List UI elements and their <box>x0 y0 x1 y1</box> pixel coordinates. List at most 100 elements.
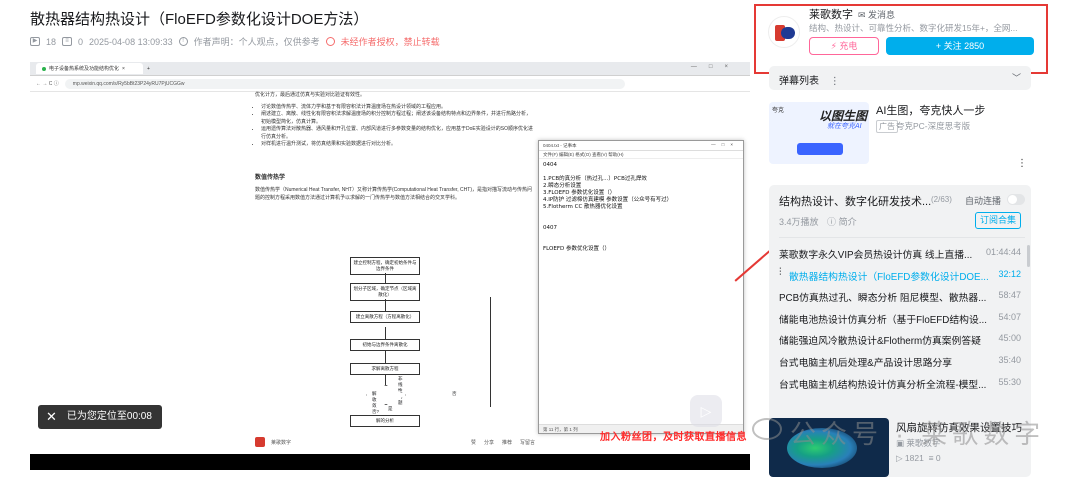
browser-tab: 电子设备热系统及功能结构优化 × <box>36 63 143 74</box>
browser-tabbar: 电子设备热系统及功能结构优化 × + <box>30 62 750 76</box>
close-tab-icon: × <box>122 65 125 72</box>
playlist-item[interactable]: PCB仿真热过孔、瞬态分析 阻尼模型、散热器... 58:47 <box>779 288 1029 310</box>
notepad-menu: 文件(F) 编辑(E) 格式(O) 查看(V) 帮助(H) <box>539 151 743 159</box>
send-message-link[interactable]: ✉ 发消息 <box>858 8 895 21</box>
flow-label-no: 否 <box>452 391 457 396</box>
danmaku-count-icon: ≡ <box>928 453 936 463</box>
author-statement: 作者声明：个人观点，仅供参考 <box>193 37 320 47</box>
playlist-title[interactable]: 结构热设计、数字化研发技术... <box>779 193 931 209</box>
danmaku-count-icon: ≡ <box>62 37 73 46</box>
flow-arrow <box>385 327 386 339</box>
watermark-text: 公众号 · 莱歌数字 <box>790 419 1046 449</box>
info-icon: ⓘ <box>827 217 837 227</box>
player-bottom-bar[interactable] <box>30 454 750 470</box>
article-paragraph: 数值传热学（Numerical Heat Transfer, NHT）又称计算传… <box>255 187 532 201</box>
flow-step: 初始与边界条件离散化 <box>350 339 420 351</box>
playlist-item-duration: 55:30 <box>998 376 1021 387</box>
author-description: 结构、热设计、可靠性分析、数字化研发15年+，全网... <box>809 23 1018 33</box>
ad-thumb-button <box>797 143 843 155</box>
ad-badge: 广告 <box>876 120 898 133</box>
resume-toast[interactable]: ✕ 已为您定位至00:08 <box>38 405 162 429</box>
playlist-item-duration: 01:44:44 <box>985 247 1021 257</box>
charge-button[interactable]: ⚡ 充电 <box>809 37 879 55</box>
playlist-item-duration: 35:40 <box>998 354 1021 365</box>
follow-button[interactable]: + 关注 2850 <box>886 37 1034 55</box>
playlist-item[interactable]: 台式电脑主机结构热设计仿真分析全流程-模型... 55:30 <box>779 375 1029 397</box>
playlist-item-title: 莱歌数字永久VIP会员热设计仿真 线上直播... <box>779 250 973 261</box>
notepad-titlebar: 0404.txt - 记事本 —□× <box>539 141 743 151</box>
notepad-text: 0404 1.PCB的真分析（热过孔...）PCB过孔焊效 2.瞬态分析设置 3… <box>543 162 673 252</box>
playlist-item-title: PCB仿真热过孔、瞬态分析 阻尼模型、散热器... <box>779 293 987 305</box>
flow-arrow <box>385 299 386 311</box>
more-icon[interactable]: ⋮ <box>830 76 840 87</box>
logo-g-shape <box>781 27 795 39</box>
more-icon[interactable]: ⋮ <box>1017 158 1027 169</box>
notepad-window: 0404.txt - 记事本 —□× 文件(F) 编辑(E) 格式(O) 查看(… <box>538 140 744 434</box>
recommend-action: 推荐 <box>501 439 512 446</box>
divider <box>779 237 1025 238</box>
flow-decision-label: 解收敛否? <box>372 391 380 414</box>
flow-label-nonlinear: 非线性问题 <box>398 376 403 405</box>
playlist-meta: 3.4万播放 ⓘ 简介 <box>779 215 857 228</box>
avatar[interactable] <box>768 16 800 48</box>
author-card: 莱歌数字 ✉ 发消息 结构、热设计、可靠性分析、数字化研发15年+，全网... … <box>754 4 1048 74</box>
article-bullet: 运用遗传算法对散热器、通风量和开孔位置、内部风道进行多参数变量的结构优化，应用基… <box>261 126 535 141</box>
chevron-down-icon[interactable]: ﹀ <box>1012 71 1021 84</box>
video-meta: ▶ 18 ≡ 0 2025-04-08 13:09:33 ! 作者声明：个人观点… <box>30 35 440 48</box>
ad-thumbnail[interactable]: 夸克 以图生图 就在夸克AI <box>769 102 869 164</box>
nav-icons: ← → C ⓘ <box>36 81 59 87</box>
ad-card[interactable]: 夸克 以图生图 就在夸克AI AI生图，夸克快人一步 广告 夸克PC-深度思考版… <box>769 100 1031 174</box>
playlist-item-duration: 32:12 <box>998 268 1021 279</box>
playlist-item[interactable]: ⫶ 散热器结构热设计（FloEFD参数化设计DOE... 32:12 <box>779 267 1029 289</box>
article-section-title: 数值传热学 <box>255 174 286 181</box>
author-name[interactable]: 莱歌数字 <box>809 6 853 22</box>
flow-feedback-line <box>490 297 491 407</box>
recommended-plays: 1821 <box>904 453 924 463</box>
play-icon[interactable]: ▷ <box>690 395 722 427</box>
recommended-stats: ▷ 1821 ≡ 0 <box>896 453 941 464</box>
send-message-label: 发消息 <box>868 10 896 20</box>
promo-text: 加入粉丝团，及时获取直播信息 <box>600 432 747 443</box>
flow-arrow <box>385 375 386 385</box>
playlist-item[interactable]: 台式电脑主机后处理&产品设计思路分享 35:40 <box>779 353 1029 375</box>
autoplay-toggle[interactable] <box>1007 194 1025 205</box>
playlist-item-title: 台式电脑主机结构热设计仿真分析全流程-模型... <box>779 379 987 391</box>
playlist-count: (2/63) <box>931 195 952 204</box>
browser-addressbar: ← → C ⓘ mp.weixin.qq.com/s/Ry5bBt23P24yR… <box>30 76 750 92</box>
article-footer: 莱歌数字 赞 分享 推荐 写留言 <box>255 434 535 450</box>
ad-thumb-sub: 就在夸克AI <box>827 123 862 130</box>
notepad-controls: —□× <box>711 142 739 147</box>
now-playing-icon: ⫶ <box>779 266 782 278</box>
recommended-danmaku: 0 <box>935 453 941 463</box>
danmaku-list-label: 弹幕列表 <box>779 76 819 87</box>
wechat-watermark-icon <box>752 418 782 440</box>
playlist-item[interactable]: 储能强迫风冷散热设计&Flotherm仿真案例答疑 45:00 <box>779 331 1029 353</box>
publish-date: 2025-04-08 13:09:33 <box>89 36 173 47</box>
playlist-item-title: 储能电池热设计仿真分析（基于FloEFD结构设... <box>779 314 987 326</box>
playlist-item-title: 散热器结构热设计（FloEFD参数化设计DOE... <box>789 271 989 283</box>
flow-label-yes: 是 <box>388 406 393 411</box>
playlist-item[interactable]: 储能电池热设计仿真分析（基于FloEFD结构设... 54:07 <box>779 310 1029 332</box>
playlist-item-duration: 58:47 <box>998 290 1021 301</box>
playlist-item-title: 台式电脑主机后处理&产品设计思路分享 <box>779 357 953 369</box>
ad-headline[interactable]: AI生图，夸克快人一步 <box>876 102 985 118</box>
danmaku-count: 0 <box>78 36 84 47</box>
danmaku-list-toggle[interactable]: 弹幕列表 ⋮ ﹀ <box>769 66 1031 90</box>
subscribe-collection-button[interactable]: 订阅合集 <box>975 212 1021 229</box>
flow-step: 求解离散方程 <box>350 363 420 375</box>
flow-step: 建立离散方程（方程离散化） <box>350 311 420 323</box>
play-count: 18 <box>46 36 57 47</box>
playlist-item-title: 储能强迫风冷散热设计&Flotherm仿真案例答疑 <box>779 336 981 348</box>
wechat-favicon-icon <box>42 66 46 71</box>
autoplay-label: 自动连播 <box>965 196 1002 206</box>
play-count-icon: ▷ <box>896 453 905 463</box>
video-title: 散热器结构热设计（FloEFD参数化设计DOE方法） <box>30 11 369 28</box>
article-content: 优化计方，最后通过仿真与实验对比验证有效性。 讨论数值传热学、流体力学和基于有限… <box>255 92 535 202</box>
no-reprint-notice: 未经作者授权，禁止转载 <box>340 37 440 47</box>
article-bullet: 阐述建立、离散、线性化有限容积法求解温度场的积分控制方程过程；阐述该设备结构特点… <box>261 111 535 126</box>
resume-text: 已为您定位至00:08 <box>66 411 152 422</box>
playlist-intro-link[interactable]: 简介 <box>839 217 857 227</box>
close-icon[interactable]: ✕ <box>46 405 57 429</box>
playlist-item-duration: 54:07 <box>998 311 1021 322</box>
playlist-item[interactable]: 莱歌数字永久VIP会员热设计仿真 线上直播... 01:44:44 <box>779 245 1029 267</box>
